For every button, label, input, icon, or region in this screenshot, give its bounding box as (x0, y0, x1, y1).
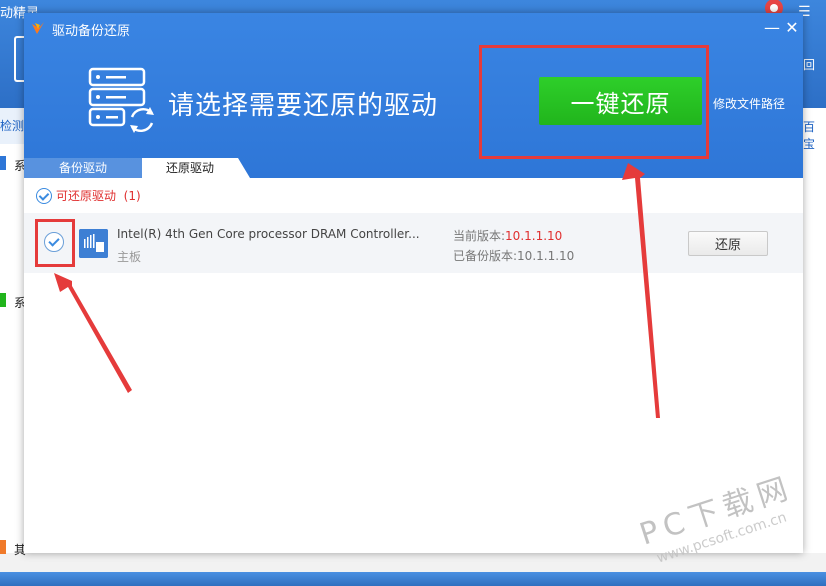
titlebar: 驱动备份还原 — ✕ (24, 13, 803, 43)
driver-name: Intel(R) 4th Gen Core processor DRAM Con… (117, 227, 420, 241)
driver-category: 主板 (117, 250, 142, 264)
current-version-value: 10.1.1.10 (505, 229, 563, 243)
background-sidebar (0, 108, 24, 586)
tab-notch (238, 158, 250, 178)
tab-restore-drivers[interactable]: 还原驱动 (142, 158, 238, 178)
minimize-button[interactable]: — (762, 17, 782, 39)
backup-version-value: 10.1.1.10 (517, 249, 575, 263)
highlight-box (35, 219, 75, 267)
background-orange-marker (0, 540, 6, 554)
dialog-header: 驱动备份还原 — ✕ 请选择需要还原的驱动 一键还原 修改文件路径 备份驱动 还… (24, 13, 803, 178)
taskbar (0, 572, 826, 586)
highlight-box (479, 45, 709, 159)
tab-backup-drivers[interactable]: 备份驱动 (24, 158, 142, 178)
background-right-link[interactable]: 百宝 (803, 118, 826, 152)
background-blue-marker (0, 156, 6, 170)
server-restore-icon (88, 67, 154, 133)
select-all-check-icon[interactable] (36, 187, 52, 204)
current-version-label: 当前版本: (453, 229, 506, 243)
background-side-tab[interactable]: 检测 (0, 108, 24, 144)
driver-backup-restore-dialog: 驱动备份还原 — ✕ 请选择需要还原的驱动 一键还原 修改文件路径 备份驱动 还… (24, 13, 803, 553)
section-count: (1) (123, 189, 141, 203)
header-prompt: 请选择需要还原的驱动 (168, 91, 439, 121)
background-right-panel (803, 108, 826, 586)
section-title-label: 可还原驱动 (56, 189, 117, 203)
backup-version-label: 已备份版本: (453, 249, 518, 263)
current-version: 当前版本:10.1.1.10 (453, 227, 562, 244)
motherboard-icon (79, 229, 108, 258)
backup-version: 已备份版本:10.1.1.10 (453, 247, 574, 264)
change-file-path-link[interactable]: 修改文件路径 (713, 95, 785, 112)
window-title: 驱动备份还原 (52, 24, 131, 39)
restorable-drivers-header[interactable]: 可还原驱动 (1) (36, 186, 141, 206)
close-button[interactable]: ✕ (782, 17, 802, 39)
restore-driver-button[interactable]: 还原 (688, 231, 768, 256)
background-right-text: 回 (803, 58, 816, 72)
background-green-marker (0, 293, 6, 307)
app-logo-icon (32, 22, 44, 34)
